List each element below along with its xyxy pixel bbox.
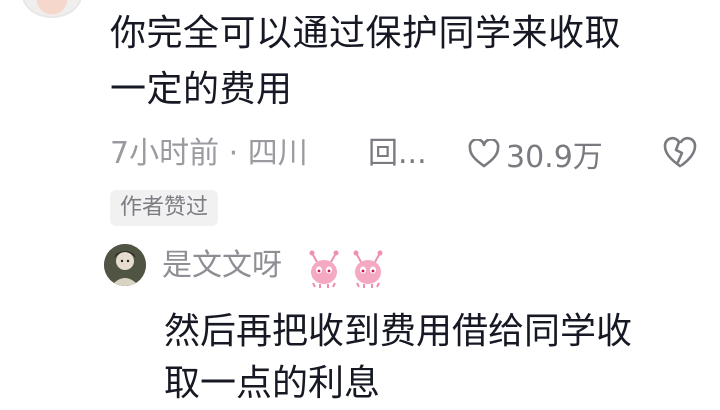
like-button[interactable]: 30.9万 [468,132,603,176]
reply-text: 然后再把收到费用借给同学收 取一点的利息 [164,306,712,410]
comment-meta: 7小时前 · 四川 回... [110,132,710,176]
like-count: 30.9万 [506,140,603,175]
reply-text-line: 取一点的利息 [164,363,381,404]
reply-username[interactable]: 是文文呀 [162,246,282,286]
comment-time-location: 7小时前 · 四川 [110,136,308,171]
comment-text: 你完全可以通过保护同学来收取 一定的费用 [110,6,710,118]
reply-text-line: 然后再把收到费用借给同学收 [164,311,633,352]
reply-button[interactable]: 回... [368,132,427,176]
reply-avatar[interactable] [104,244,146,286]
comment-text-line: 你完全可以通过保护同学来收取 [110,13,622,54]
comment-text-line: 一定的费用 [110,69,293,110]
broken-heart-icon[interactable] [662,134,698,170]
avatar-image [104,244,146,286]
commenter-avatar[interactable] [22,0,82,18]
author-liked-badge: 作者赞过 [110,190,219,226]
pink-bug-emoji-icon [309,250,339,288]
pink-bug-emoji-icon [353,250,383,288]
heart-outline-icon [468,139,500,168]
